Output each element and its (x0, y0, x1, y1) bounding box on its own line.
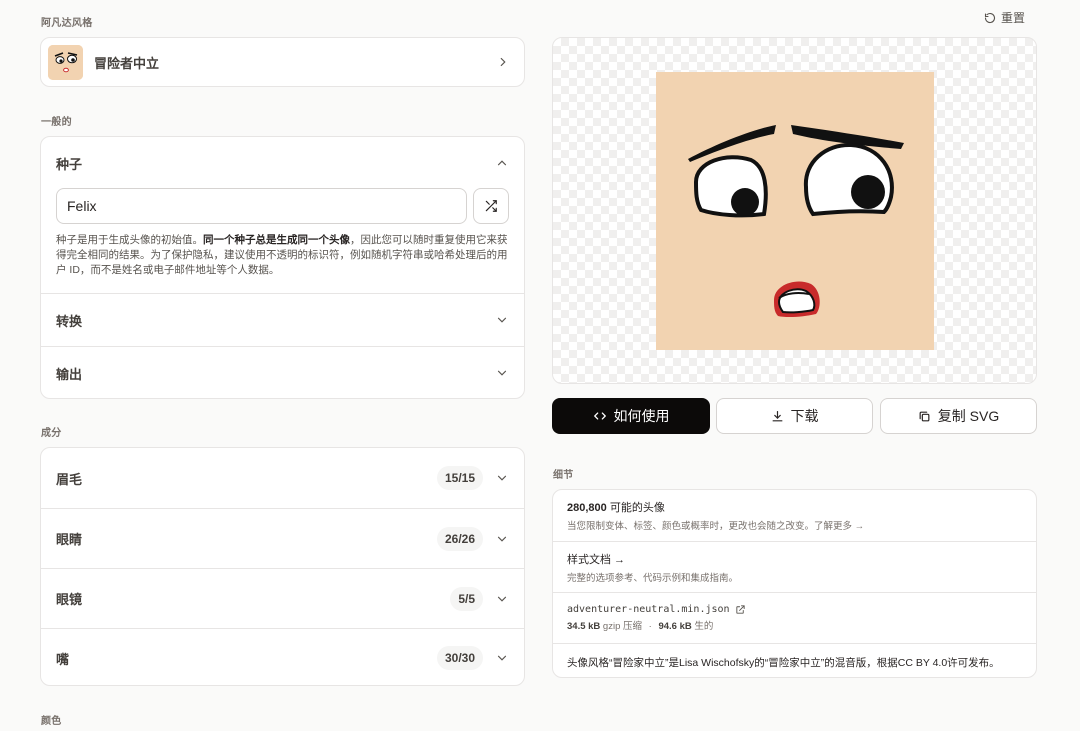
component-label: 眉毛 (56, 471, 83, 487)
chevron-up-icon (497, 160, 507, 166)
style-thumbnail (48, 44, 83, 80)
gzip-size: 34.5 kB (567, 621, 601, 632)
copy-icon (919, 411, 930, 421)
copy-svg-button[interactable]: 复制 SVG (880, 398, 1037, 434)
file-row: adventurer-neutral.min.json 34.5 kB gzip… (553, 593, 1036, 643)
download-icon (772, 410, 782, 421)
variant-count-badge: 5/5 (450, 586, 483, 611)
output-label: 输出 (56, 366, 83, 382)
component-row-eyebrows[interactable]: 眉毛 15/15 (41, 448, 524, 508)
avatar-preview (552, 37, 1037, 384)
external-link-icon[interactable] (735, 604, 746, 615)
general-section-label: 一般的 (41, 117, 72, 128)
license-text: 头像风格“冒险家中立”是Lisa Wischofsky的“冒险家中立”的混音版，… (567, 656, 1000, 669)
gzip-label: gzip 压缩 (602, 621, 642, 632)
file-sizes: 34.5 kB gzip 压缩 · 94.6 kB 生的 (567, 618, 1022, 632)
component-label: 嘴 (56, 651, 70, 667)
details-section-label: 细节 (553, 470, 574, 481)
colors-section-label: 颜色 (41, 716, 62, 727)
download-button[interactable]: 下载 (716, 398, 873, 434)
style-name: 冒险者中立 (94, 55, 160, 71)
variant-count-badge: 30/30 (436, 646, 483, 670)
shuffle-seed-button[interactable] (473, 188, 509, 224)
size-separator: · (648, 621, 652, 632)
reset-button[interactable]: 重置 (984, 9, 1025, 26)
chevron-down-icon (497, 370, 507, 376)
raw-label: 生的 (694, 621, 714, 632)
output-accordion-header[interactable]: 输出 (41, 347, 524, 399)
how-to-use-label: 如何使用 (613, 408, 670, 424)
shuffle-icon (485, 200, 497, 212)
component-label: 眼镜 (56, 592, 83, 607)
download-label: 下载 (790, 408, 819, 424)
chevron-right-icon (500, 57, 506, 67)
transform-label: 转换 (56, 313, 83, 329)
copy-svg-label: 复制 SVG (937, 408, 1000, 424)
chevron-down-icon (497, 596, 507, 602)
components-section-label: 成分 (41, 428, 62, 439)
combinations-note[interactable]: 当您限制变体、标签、颜色或概率时，更改也会随之改变。了解更多 → (567, 518, 1022, 532)
reset-label: 重置 (1001, 11, 1026, 25)
seed-description: 种子是用于生成头像的初始值。同一个种子总是生成同一个头像，因此您可以随时重复使用… (56, 234, 508, 276)
avatar-image (656, 72, 934, 350)
chevron-down-icon (497, 317, 507, 323)
variant-count-badge: 15/15 (436, 466, 483, 490)
chevron-down-icon (497, 655, 507, 661)
component-row-eyes[interactable]: 眼睛 26/26 (41, 509, 524, 568)
combinations-row: 280,800 可能的头像 当您限制变体、标签、颜色或概率时，更改也会随之改变。… (553, 490, 1036, 541)
general-card: 种子 Felix 种子是用于生成头像的初始值。同一个种子总是生成同一个头像，因此… (40, 136, 525, 399)
avatar-style-section-label: 阿凡达风格 (41, 18, 93, 29)
reset-icon (984, 12, 996, 23)
component-label: 眼睛 (56, 532, 83, 547)
style-selector[interactable]: 冒险者中立 (40, 37, 525, 87)
details-card: 280,800 可能的头像 当您限制变体、标签、颜色或概率时，更改也会随之改变。… (552, 489, 1037, 678)
component-row-glasses[interactable]: 眼镜 5/5 (41, 569, 524, 628)
docs-row[interactable]: 样式文档 → 完整的选项参考、代码示例和集成指南。 (553, 542, 1036, 592)
file-name-link[interactable]: adventurer-neutral.min.json (567, 604, 730, 615)
seed-accordion-header[interactable]: 种子 (41, 137, 524, 189)
chevron-down-icon (497, 475, 507, 481)
seed-label: 种子 (56, 156, 83, 172)
docs-link[interactable]: 样式文档 → (567, 551, 1022, 567)
license-row: 头像风格“冒险家中立”是Lisa Wischofsky的“冒险家中立”的混音版，… (553, 644, 1036, 680)
seed-input[interactable]: Felix (56, 188, 467, 224)
components-card: 眉毛 15/15 眼睛 26/26 眼镜 5/5 嘴 30/30 (40, 447, 525, 686)
variant-count-badge: 26/26 (436, 526, 483, 551)
how-to-use-button[interactable]: 如何使用 (552, 398, 710, 434)
component-row-mouth[interactable]: 嘴 30/30 (41, 629, 524, 687)
docs-description: 完整的选项参考、代码示例和集成指南。 (567, 572, 739, 584)
chevron-down-icon (497, 536, 507, 542)
combinations-count: 280,800 (567, 502, 607, 514)
code-icon (593, 412, 606, 420)
combinations-label: 可能的头像 (609, 502, 665, 514)
raw-size: 94.6 kB (658, 621, 692, 632)
transform-accordion-header[interactable]: 转换 (41, 294, 524, 346)
